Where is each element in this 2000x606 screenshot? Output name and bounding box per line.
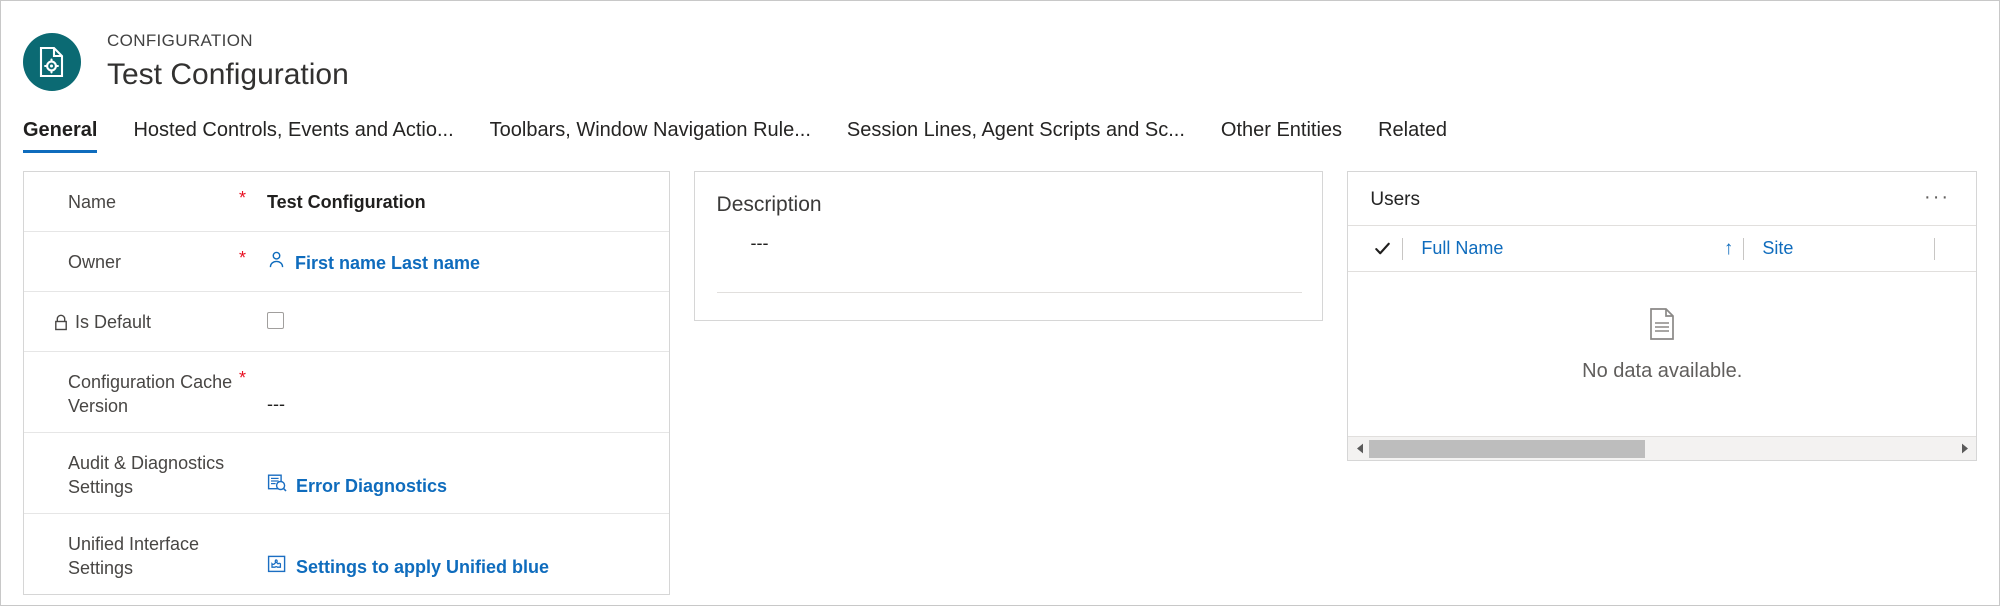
required-marker-unified-interface-settings bbox=[239, 514, 261, 530]
tab-toolbars-window-navigation-rules[interactable]: Toolbars, Window Navigation Rule... bbox=[472, 118, 829, 153]
users-grid-empty-state: No data available. bbox=[1348, 272, 1976, 436]
error-diagnostics-link[interactable]: Error Diagnostics bbox=[296, 474, 447, 498]
users-subgrid-card: Users ··· Full Name ↑ Site No data avail… bbox=[1347, 171, 1978, 461]
tab-other-entities[interactable]: Other Entities bbox=[1203, 118, 1360, 153]
required-marker-name: * bbox=[239, 188, 247, 208]
scrollbar-track[interactable] bbox=[1369, 439, 1955, 458]
users-column-header-site[interactable]: Site bbox=[1744, 226, 1934, 271]
field-row-audit-diagnostics-settings: Audit & Diagnostics Settings Error Diagn… bbox=[24, 433, 669, 514]
scroll-left-icon[interactable] bbox=[1351, 443, 1369, 454]
description-card: Description --- bbox=[693, 171, 1324, 321]
field-value-audit-diagnostics-settings[interactable]: Error Diagnostics bbox=[261, 433, 669, 513]
users-subgrid-header: Users ··· bbox=[1348, 172, 1976, 225]
field-row-unified-interface-settings: Unified Interface Settings Settings to a… bbox=[24, 514, 669, 594]
field-row-owner: Owner * First name Last name bbox=[24, 232, 669, 292]
tab-related[interactable]: Related bbox=[1360, 118, 1465, 153]
field-value-is-default bbox=[261, 292, 669, 343]
field-value-owner[interactable]: First name Last name bbox=[261, 232, 669, 289]
field-label-is-default-text: Is Default bbox=[75, 312, 152, 332]
form-tab-bar: General Hosted Controls, Events and Acti… bbox=[1, 105, 1999, 153]
description-label: Description bbox=[716, 193, 822, 216]
unified-interface-settings-link[interactable]: Settings to apply Unified blue bbox=[296, 555, 549, 579]
is-default-checkbox[interactable] bbox=[267, 312, 284, 329]
users-empty-message: No data available. bbox=[1582, 360, 1743, 382]
description-field-underline bbox=[716, 292, 1303, 293]
required-marker-owner: * bbox=[239, 248, 247, 268]
general-fields-card: Name * Test Configuration Owner * First … bbox=[23, 171, 670, 595]
users-subgrid-title: Users bbox=[1370, 189, 1421, 210]
users-column-header-full-name[interactable]: Full Name ↑ bbox=[1403, 226, 1743, 271]
users-column-label-full-name: Full Name bbox=[1421, 238, 1504, 258]
owner-link[interactable]: First name Last name bbox=[295, 251, 480, 275]
field-label-unified-interface-settings: Unified Interface Settings bbox=[68, 534, 200, 578]
entity-type-label: CONFIGURATION bbox=[107, 30, 253, 50]
field-label-audit-diagnostics-settings: Audit & Diagnostics Settings bbox=[68, 453, 225, 497]
users-overflow-menu-icon[interactable]: ··· bbox=[1920, 187, 1954, 210]
users-column-label-site: Site bbox=[1762, 238, 1794, 258]
users-horizontal-scrollbar[interactable] bbox=[1348, 436, 1977, 460]
field-row-configuration-cache-version: Configuration Cache Version * --- bbox=[24, 352, 669, 433]
field-value-configuration-cache-version[interactable]: --- bbox=[261, 352, 669, 430]
tab-hosted-controls-events-actions[interactable]: Hosted Controls, Events and Actio... bbox=[115, 118, 471, 153]
unified-interface-settings-icon bbox=[267, 554, 287, 580]
record-header: CONFIGURATION Test Configuration bbox=[1, 1, 1999, 105]
tab-general[interactable]: General bbox=[23, 118, 115, 153]
users-grid-header-row: Full Name ↑ Site bbox=[1348, 225, 1977, 272]
field-value-name[interactable]: Test Configuration bbox=[261, 172, 669, 228]
field-label-configuration-cache-version: Configuration Cache Version bbox=[68, 372, 233, 416]
scrollbar-thumb[interactable] bbox=[1369, 439, 1645, 458]
select-all-checkmark-icon[interactable] bbox=[1362, 239, 1402, 258]
field-value-unified-interface-settings[interactable]: Settings to apply Unified blue bbox=[261, 514, 669, 594]
field-label-is-default: Is Default bbox=[24, 292, 239, 351]
description-value[interactable]: --- bbox=[751, 232, 1301, 254]
lock-icon bbox=[54, 310, 68, 337]
field-row-name: Name * Test Configuration bbox=[24, 172, 669, 232]
column-separator bbox=[1934, 237, 1936, 260]
field-row-is-default: Is Default bbox=[24, 292, 669, 352]
configuration-form-page: CONFIGURATION Test Configuration General… bbox=[0, 0, 2000, 606]
header-text-block: CONFIGURATION Test Configuration bbox=[107, 31, 349, 94]
document-lines-icon bbox=[1647, 307, 1677, 346]
error-diagnostics-icon bbox=[267, 473, 287, 499]
configuration-document-gear-icon bbox=[23, 33, 81, 91]
scroll-right-icon[interactable] bbox=[1955, 443, 1973, 454]
field-label-name: Name bbox=[68, 192, 117, 212]
tab-session-lines-agent-scripts[interactable]: Session Lines, Agent Scripts and Sc... bbox=[829, 118, 1203, 153]
required-marker-is-default bbox=[239, 292, 261, 308]
sort-ascending-icon: ↑ bbox=[1723, 237, 1734, 259]
page-title: Test Configuration bbox=[107, 57, 349, 91]
person-icon bbox=[267, 250, 286, 275]
required-marker-audit-diagnostics-settings bbox=[239, 433, 261, 449]
field-label-owner: Owner bbox=[68, 252, 122, 272]
form-body: Name * Test Configuration Owner * First … bbox=[1, 153, 1999, 595]
required-marker-configuration-cache-version: * bbox=[239, 368, 247, 388]
